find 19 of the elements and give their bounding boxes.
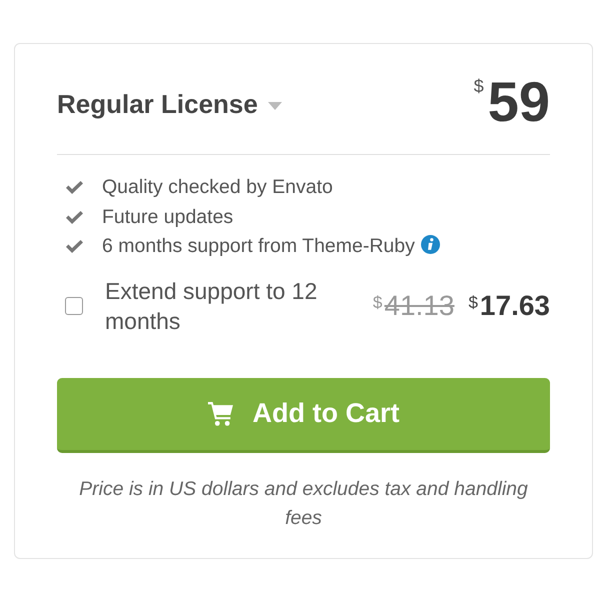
price-amount: 59 — [488, 74, 550, 130]
discount-price: 17.63 — [480, 292, 550, 320]
currency-symbol: $ — [372, 294, 382, 310]
currency-symbol: $ — [468, 294, 478, 310]
check-icon — [66, 181, 83, 194]
caret-icon — [268, 102, 282, 110]
feature-text: Quality checked by Envato — [102, 178, 333, 198]
check-icon — [66, 210, 83, 224]
cart-icon — [208, 402, 232, 426]
feature-text: 6 months support from Theme-Ruby — [102, 237, 415, 256]
info-icon[interactable] — [420, 235, 440, 254]
currency-symbol: $ — [474, 77, 484, 95]
check-icon — [66, 240, 83, 254]
old-price: 41.13 — [384, 292, 454, 320]
checkbox[interactable] — [65, 296, 83, 314]
feature-text: Future updates — [102, 208, 234, 227]
extend-support-label[interactable]: Extend support to 12 months — [105, 276, 335, 336]
price-note: Price is in US dollars and excludes tax and handling fees — [78, 476, 529, 530]
license-dropdown[interactable]: Regular License — [57, 91, 282, 117]
